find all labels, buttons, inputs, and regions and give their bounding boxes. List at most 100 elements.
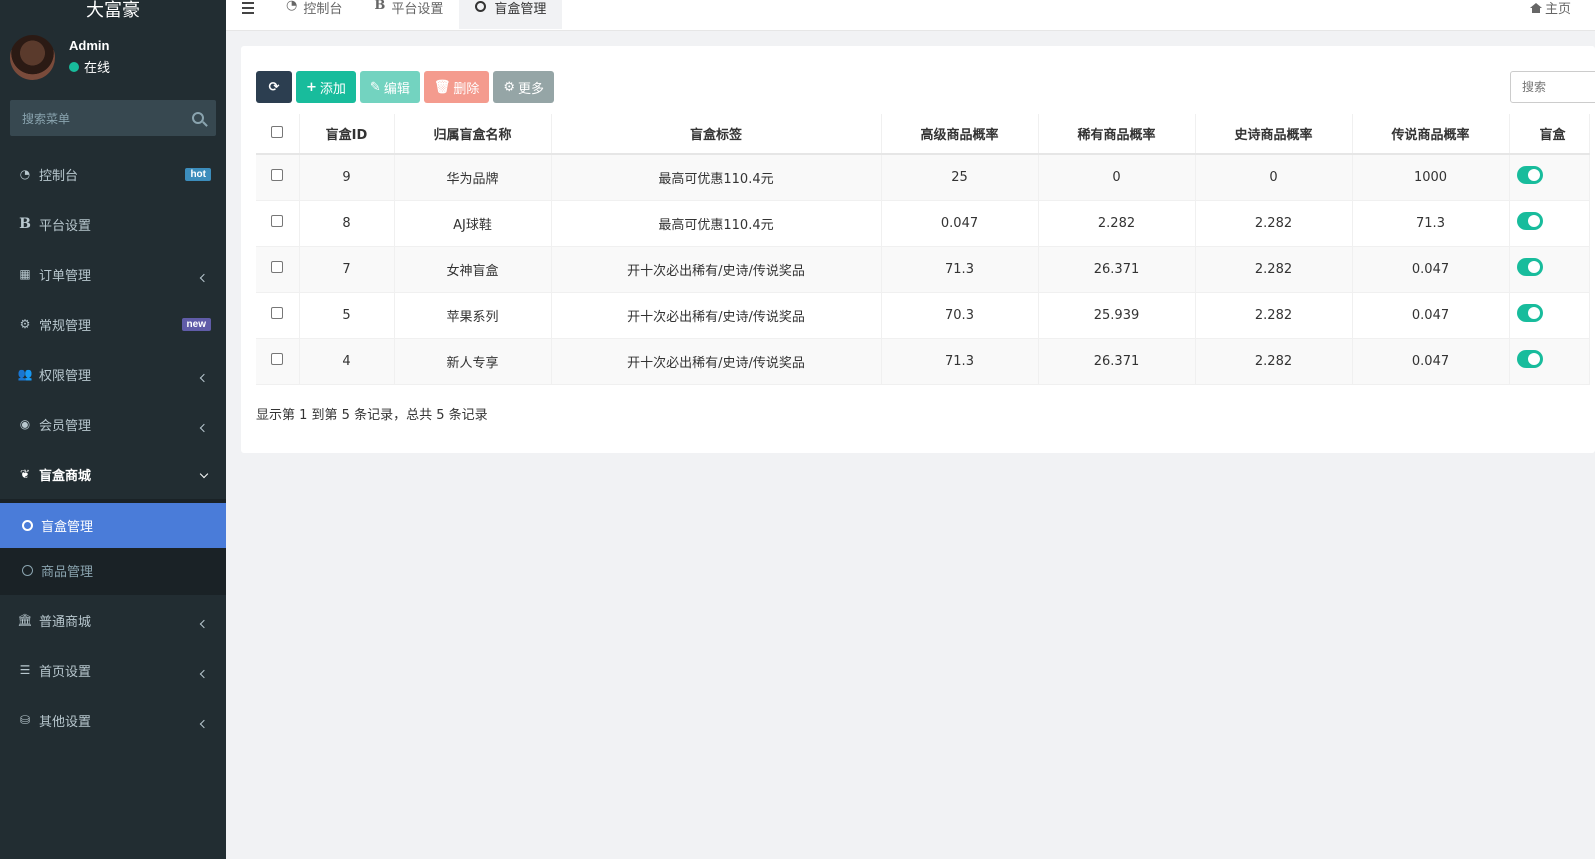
sidebar-item-members[interactable]: ◉ 会员管理 [0, 399, 226, 449]
sidebar-item-blindbox-mall[interactable]: ❦ 盲盒商城 [0, 449, 226, 499]
column-header[interactable]: 史诗商品概率 [1195, 114, 1353, 155]
cell-id: 4 [299, 338, 395, 385]
row-checkbox[interactable] [271, 169, 284, 182]
sidebar-item-permissions[interactable]: 👥 权限管理 [0, 349, 226, 399]
row-checkbox[interactable] [271, 261, 284, 273]
circle-icon [22, 520, 33, 531]
edit-button[interactable]: ✎ 编辑 [359, 71, 420, 103]
circle-icon [475, 1, 487, 12]
row-checkbox[interactable] [271, 353, 284, 365]
menu-search-input[interactable]: 搜索菜单 [10, 100, 216, 136]
home-link[interactable]: 主页 [1529, 0, 1571, 17]
chevron-left-icon [199, 719, 209, 729]
table-row[interactable]: 7 女神盲盒 开十次必出稀有/史诗/传说奖品 71.3 26.371 2.282… [256, 246, 1590, 293]
sidebar-menu: ◔ 控制台 hot B 平台设置 ▦ 订单管理 ⚙ 常规管理 new 👥 权限管… [0, 149, 226, 745]
sidebar-item-platform-settings[interactable]: B 平台设置 [0, 199, 226, 249]
column-header[interactable]: 归属盲盒名称 [394, 114, 552, 155]
cell-advanced-prob: 70.3 [881, 292, 1039, 339]
table-header-row: 盲盒ID 归属盲盒名称 盲盒标签 高级商品概率 稀有商品概率 史诗商品概率 传说… [256, 114, 1590, 155]
table-row[interactable]: 4 新人专享 开十次必出稀有/史诗/传说奖品 71.3 26.371 2.282… [256, 338, 1590, 385]
sidebar-item-label: 控制台 [39, 168, 79, 184]
select-all-cell[interactable] [256, 114, 300, 155]
column-header[interactable]: 盲盒标签 [551, 114, 882, 155]
trash-icon: 🗑 [433, 79, 451, 95]
new-badge: new [181, 317, 211, 331]
chevron-down-icon [199, 469, 209, 479]
sidebar-subitem-blindbox-manage[interactable]: 盲盒管理 [0, 503, 226, 548]
delete-button-label: 删除 [453, 81, 480, 97]
cell-name: 苹果系列 [394, 292, 552, 339]
sidebar-item-dashboard[interactable]: ◔ 控制台 hot [0, 149, 226, 199]
status-toggle[interactable] [1516, 212, 1543, 230]
avatar[interactable] [10, 34, 55, 80]
row-checkbox[interactable] [271, 307, 284, 319]
sidebar-subitem-label: 商品管理 [41, 565, 94, 580]
tab-label: 控制台 [303, 2, 343, 17]
chevron-left-icon [199, 273, 209, 283]
cell-tag: 最高可优惠110.4元 [551, 154, 882, 201]
column-header[interactable]: 高级商品概率 [881, 114, 1039, 155]
column-header[interactable]: 传说商品概率 [1352, 114, 1510, 155]
cell-rare-prob: 2.282 [1038, 200, 1196, 247]
tab-blindbox-manage[interactable]: 盲盒管理 [459, 0, 563, 29]
column-header[interactable]: 盲盒ID [299, 114, 395, 155]
cell-id: 7 [299, 246, 395, 293]
cell-name: 新人专享 [394, 338, 552, 385]
sidebar-item-orders[interactable]: ▦ 订单管理 [0, 249, 226, 299]
select-all-checkbox[interactable] [271, 125, 284, 138]
status-toggle[interactable] [1516, 166, 1543, 185]
cell-rare-prob: 25.939 [1038, 292, 1196, 339]
row-checkbox[interactable] [271, 215, 284, 227]
top-nav: ◔ 控制台 B 平台设置 盲盒管理 主页 [226, 0, 1595, 31]
cell-legend-prob: 0.047 [1352, 292, 1510, 339]
more-button[interactable]: ⚙ 更多 [493, 71, 555, 103]
content-panel: ⟳ + 添加 ✎ 编辑 🗑 删除 ⚙ 更多 盲盒ID 归属盲盒名称 [241, 46, 1595, 453]
cell-rare-prob: 26.371 [1038, 338, 1196, 385]
sidebar-item-label: 订单管理 [39, 268, 92, 284]
add-button[interactable]: + 添加 [296, 71, 356, 103]
user-status-label: 在线 [84, 61, 111, 76]
table-row[interactable]: 5 苹果系列 开十次必出稀有/史诗/传说奖品 70.3 25.939 2.282… [256, 292, 1590, 339]
table-search-input[interactable] [1510, 71, 1595, 103]
sidebar-item-normal-mall[interactable]: 🏛 普通商城 [0, 595, 226, 645]
sidebar-subitem-goods-manage[interactable]: 商品管理 [0, 548, 226, 593]
pencil-icon: ✎ [369, 79, 381, 95]
user-name: Admin [69, 38, 110, 53]
cell-advanced-prob: 71.3 [881, 338, 1039, 385]
tab-platform-settings[interactable]: B 平台设置 [358, 0, 459, 29]
cell-advanced-prob: 71.3 [881, 246, 1039, 293]
sidebar-item-home-settings[interactable]: ☰ 首页设置 [0, 645, 226, 695]
status-toggle[interactable] [1516, 350, 1543, 368]
cell-legend-prob: 0.047 [1352, 246, 1510, 293]
tab-label: 盲盒管理 [494, 2, 547, 17]
leaf-icon: ❦ [19, 467, 31, 481]
hot-badge: hot [185, 167, 211, 181]
cell-epic-prob: 0 [1195, 154, 1353, 201]
column-header[interactable]: 稀有商品概率 [1038, 114, 1196, 155]
column-header[interactable]: 盲盒 [1509, 114, 1590, 155]
cell-tag: 开十次必出稀有/史诗/传说奖品 [551, 338, 882, 385]
search-icon[interactable] [192, 112, 204, 124]
circle-icon [22, 565, 33, 576]
hamburger-menu-icon[interactable] [226, 0, 270, 20]
cell-legend-prob: 1000 [1352, 154, 1510, 201]
cell-rare-prob: 26.371 [1038, 246, 1196, 293]
brand-logo-text[interactable]: 大富豪 [0, 0, 226, 26]
cell-tag: 最高可优惠110.4元 [551, 200, 882, 247]
table-row[interactable]: 8 AJ球鞋 最高可优惠110.4元 0.047 2.282 2.282 71.… [256, 200, 1590, 247]
table-row[interactable]: 9 华为品牌 最高可优惠110.4元 25 0 0 1000 [256, 154, 1590, 201]
gear-icon: ⚙ [503, 79, 516, 95]
status-toggle[interactable] [1516, 304, 1543, 322]
status-toggle[interactable] [1516, 258, 1543, 276]
delete-button[interactable]: 🗑 删除 [423, 71, 490, 103]
sidebar-item-general[interactable]: ⚙ 常规管理 new [0, 299, 226, 349]
cell-epic-prob: 2.282 [1195, 338, 1353, 385]
refresh-icon: ⟳ [268, 79, 280, 95]
cell-advanced-prob: 0.047 [881, 200, 1039, 247]
cell-legend-prob: 0.047 [1352, 338, 1510, 385]
chevron-left-icon [199, 373, 209, 383]
tab-dashboard[interactable]: ◔ 控制台 [270, 0, 358, 29]
refresh-button[interactable]: ⟳ [256, 71, 292, 103]
dashboard-icon: ◔ [286, 0, 298, 13]
sidebar-item-other-settings[interactable]: ⛁ 其他设置 [0, 695, 226, 745]
